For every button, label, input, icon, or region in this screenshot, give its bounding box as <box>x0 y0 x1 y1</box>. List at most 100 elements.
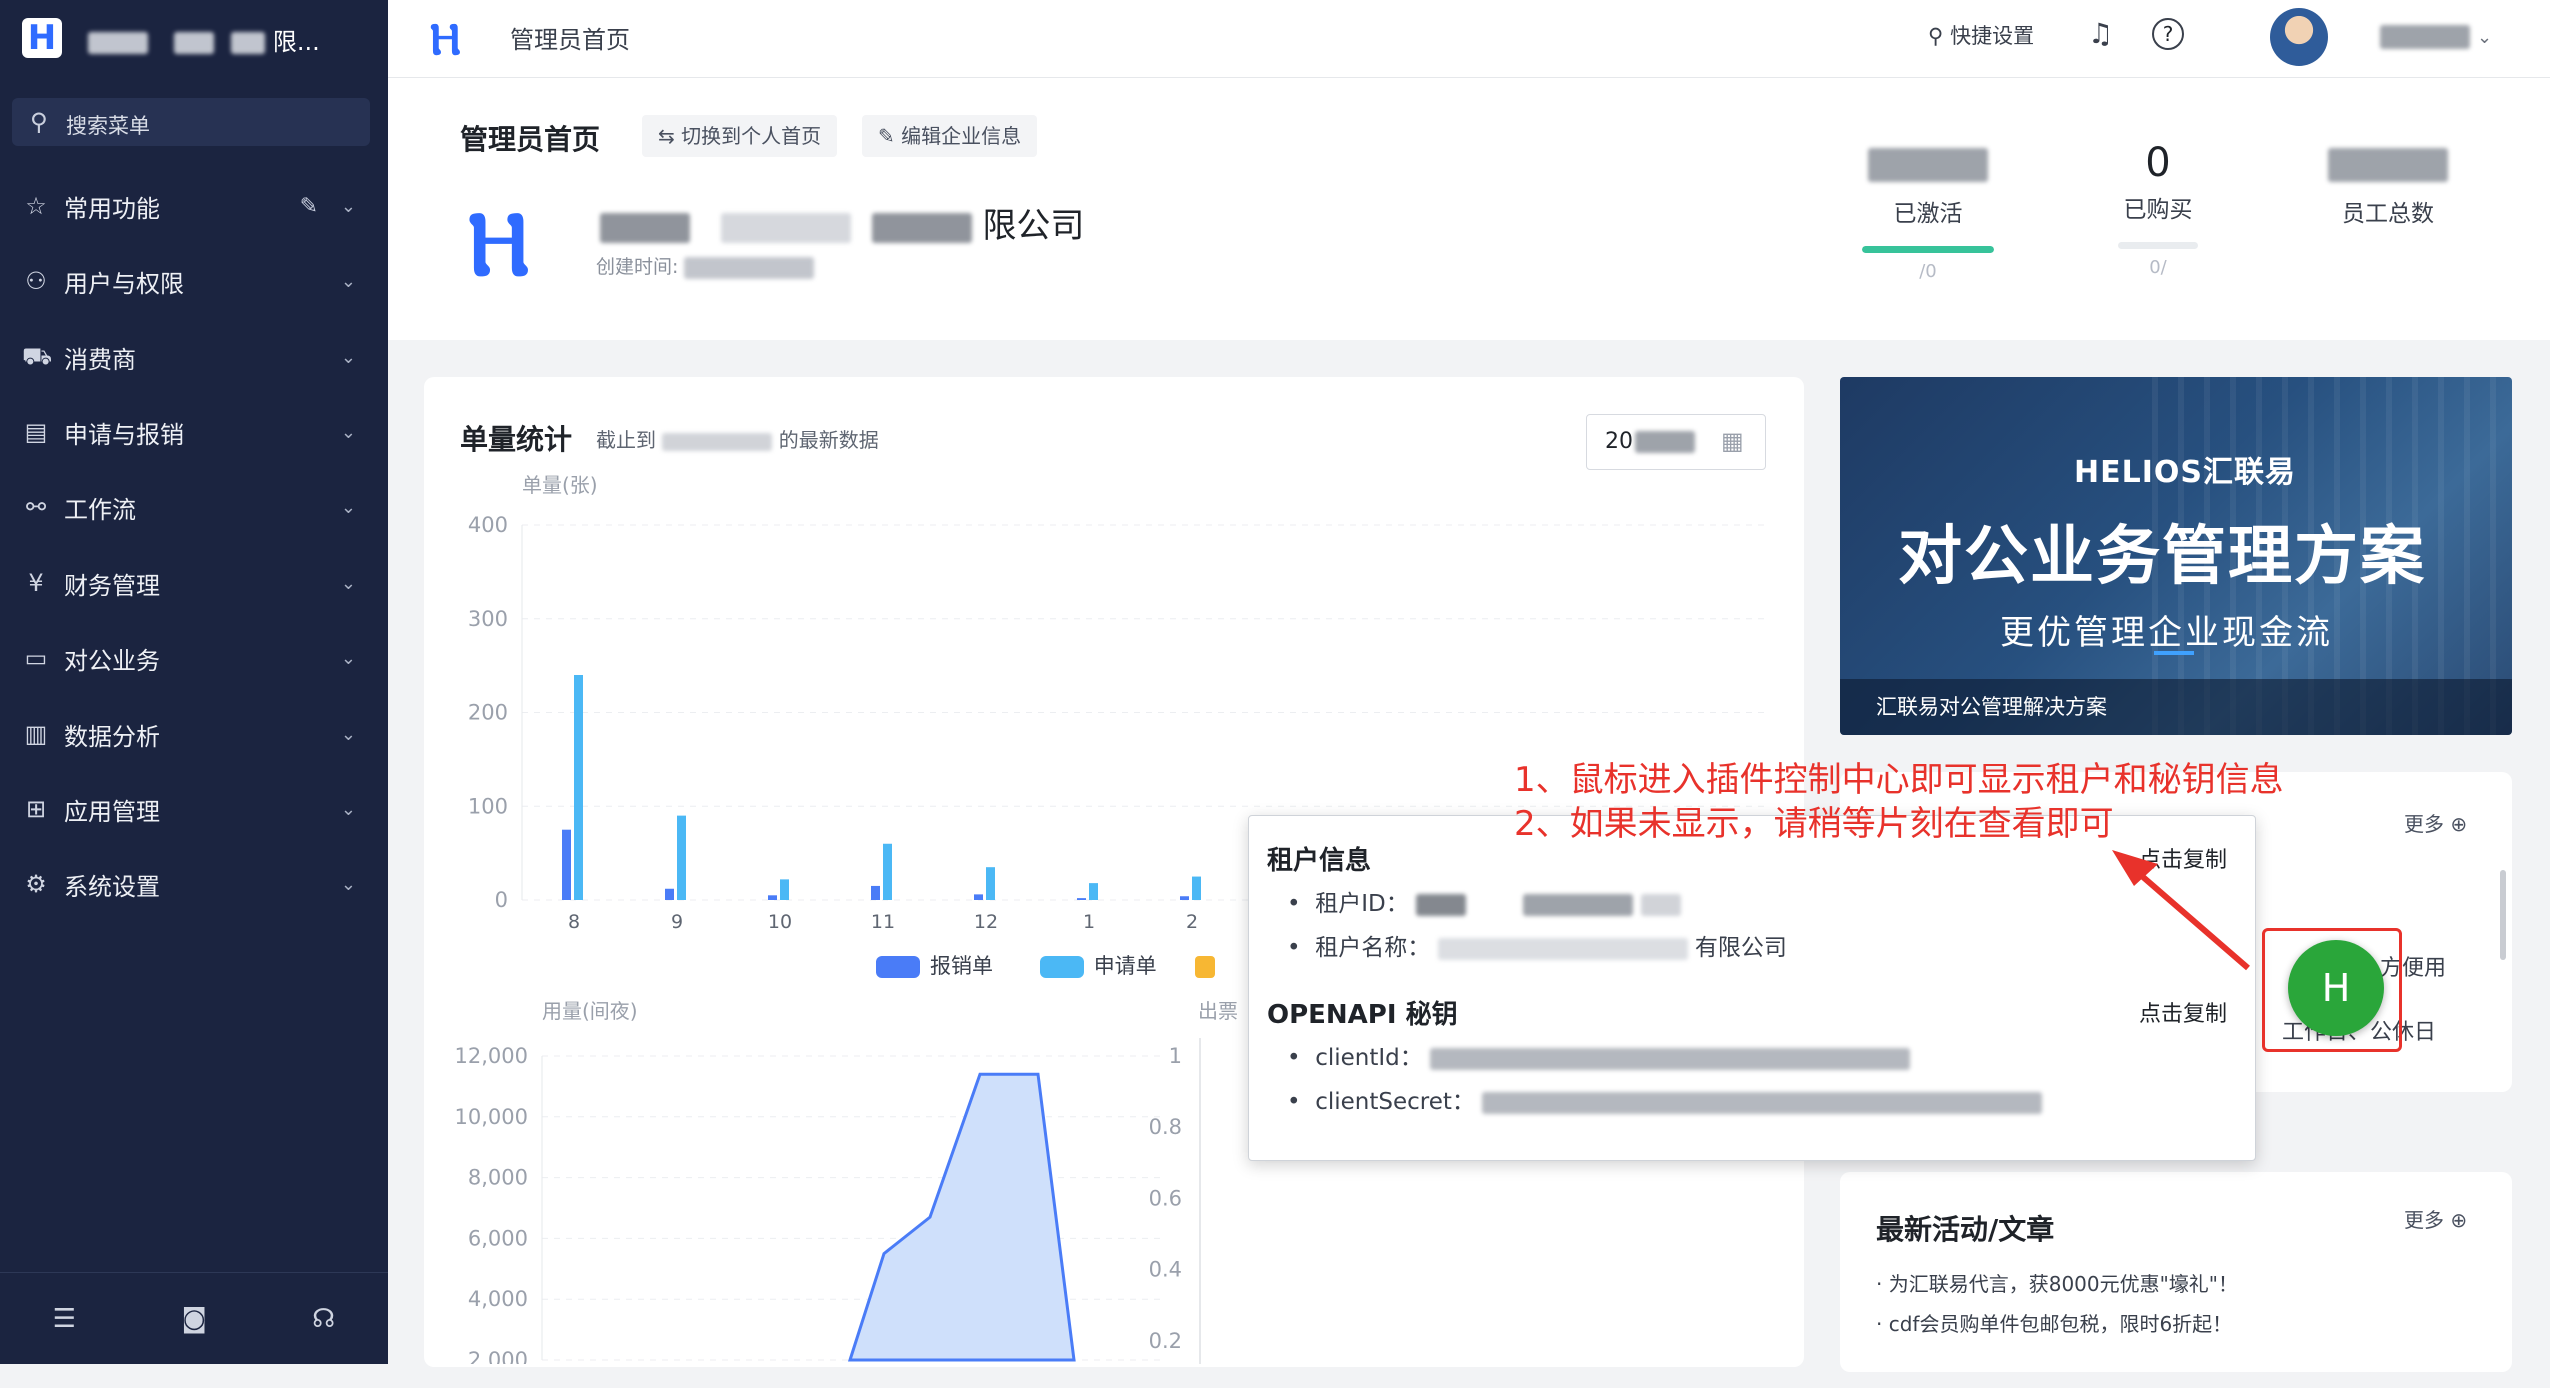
openapi-title: OPENAPI 秘钥 <box>1267 1000 1458 1030</box>
chevron-down-icon: ⌄ <box>340 346 356 368</box>
headset-icon[interactable]: ☊ <box>312 1304 335 1334</box>
menu-item-settings[interactable]: ⚙ 系统设置 ⌄ <box>0 854 388 914</box>
avatar[interactable] <box>2270 8 2328 66</box>
menu-label: 常用功能 <box>64 194 160 223</box>
wrench-icon: ⚲ <box>1928 24 1944 48</box>
switch-personal-button[interactable]: ⇆ 切换到个人首页 <box>642 115 838 157</box>
articles-more-link[interactable]: 更多 ⊕ <box>2404 1204 2467 1233</box>
menu-item-consumer[interactable]: ⛟ 消费商 ⌄ <box>0 327 388 387</box>
date-blur <box>1635 431 1695 453</box>
chevron-down-icon: ⌄ <box>340 572 356 594</box>
user-icon: ⚇ <box>25 267 47 295</box>
sidebar: H 限... ⚲ 搜索菜单 ☆ 常用功能 ✎ ⌄ ⚇ 用户与权限 ⌄ ⛟ 消费商… <box>0 0 388 1364</box>
menu-item-apps[interactable]: ⊞ 应用管理 ⌄ <box>0 779 388 839</box>
yen-icon: ¥ <box>28 569 44 597</box>
y-tick-label: 0.2 <box>1149 1329 1182 1353</box>
scrollbar[interactable] <box>2500 870 2506 960</box>
bar-expense <box>562 829 571 900</box>
arrow-right-icon: ⊕ <box>2450 1208 2468 1232</box>
client-id-row: • clientId： <box>1287 1038 1911 1072</box>
created-time: 创建时间: <box>596 252 815 279</box>
menu-label: 财务管理 <box>64 571 160 600</box>
cart-icon: ⛟ <box>22 341 53 370</box>
bar-application <box>883 843 892 900</box>
menu-label: 对公业务 <box>64 646 160 675</box>
bar-application <box>1192 876 1201 900</box>
x-tick-label: 12 <box>974 911 998 933</box>
stat-value: 0 <box>2145 140 2171 186</box>
stat-purchased: 0 已购买 0/ <box>2088 140 2228 278</box>
logo-icon: Ⲏ <box>430 14 461 65</box>
chevron-down-icon: ⌄ <box>340 873 356 895</box>
date-picker[interactable]: 20 ▦ <box>1586 414 1766 470</box>
y-tick-label: 200 <box>468 701 508 725</box>
notice-more-link[interactable]: 更多 ⊕ <box>2404 808 2467 837</box>
room-night-area-chart: 用量(间夜) 2,000 4,000 6,000 8,000 10,000 12,000 <box>455 999 1164 1364</box>
legend-item-expense[interactable]: 报销单 <box>876 954 993 978</box>
chevron-down-icon: ⌄ <box>340 421 356 443</box>
bar-application <box>677 815 686 900</box>
menu-label: 用户与权限 <box>64 269 184 298</box>
y-axis-title: 出票 <box>1198 999 1238 1023</box>
logo-icon: H <box>22 18 62 58</box>
x-tick-label: 1 <box>1083 911 1095 933</box>
company-short-name: 限... <box>88 22 320 57</box>
tenant-name-label: 租户名称： <box>1315 935 1431 961</box>
annotation-line-1: 1、鼠标进入插件控制中心即可显示租户和秘钥信息 <box>1514 760 2284 800</box>
menu-item-common[interactable]: ☆ 常用功能 ✎ ⌄ <box>0 176 388 236</box>
menu-item-corporate[interactable]: ▭ 对公业务 ⌄ <box>0 628 388 688</box>
y-axis-title: 单量(张) <box>522 473 598 497</box>
stats-subtitle: 截止到 的最新数据 <box>596 424 879 453</box>
x-tick-label: 2 <box>1186 911 1198 933</box>
chevron-down-icon: ⌄ <box>340 270 356 292</box>
company-short-label: 限... <box>272 28 320 56</box>
stat-progress <box>2118 242 2198 249</box>
article-item[interactable]: · 为汇联易代言，获8000元优惠"壕礼"！ <box>1876 1268 2238 1297</box>
bar-expense <box>768 895 777 900</box>
legend-item-application[interactable]: 申请单 <box>1039 954 1157 978</box>
menu-label: 应用管理 <box>64 797 160 826</box>
y-tick-label: 300 <box>468 607 508 631</box>
help-icon[interactable]: ? <box>2152 18 2184 50</box>
menu-item-analytics[interactable]: ▥ 数据分析 ⌄ <box>0 704 388 764</box>
camera-icon[interactable]: ◙ <box>181 1304 206 1334</box>
legend-swatch-partial <box>1195 956 1216 978</box>
menu-item-finance[interactable]: ¥ 财务管理 ⌄ <box>0 553 388 613</box>
bar-application <box>1089 883 1098 900</box>
user-name[interactable]: ⌄ <box>2380 24 2492 49</box>
bar-application <box>986 867 995 900</box>
tenant-info-title: 租户信息 <box>1267 846 1372 876</box>
quick-settings-label: 快捷设置 <box>1950 24 2035 48</box>
more-label: 更多 <box>2404 1208 2444 1232</box>
y-tick-label: 0.8 <box>1149 1115 1182 1139</box>
legend-swatch <box>1039 956 1084 978</box>
client-secret-row: • clientSecret： <box>1287 1082 2043 1116</box>
search-placeholder: 搜索菜单 <box>66 114 150 138</box>
stat-value <box>1858 140 1998 186</box>
bar-application <box>574 675 583 900</box>
menu-label: 申请与报销 <box>64 420 184 449</box>
y-tick-label: 4,000 <box>468 1287 528 1311</box>
created-label: 创建时间: <box>596 256 679 278</box>
plugin-control-center-button[interactable]: H <box>2288 940 2384 1036</box>
promo-banner[interactable]: HELIOS汇联易 对公业务管理方案 更优管理企业现金流 汇联易对公管理解决方案 <box>1840 377 2512 735</box>
document-icon: ▤ <box>24 418 48 446</box>
banner-caption: 汇联易对公管理解决方案 <box>1876 695 2107 719</box>
quick-settings-button[interactable]: ⚲ 快捷设置 <box>1928 20 2034 50</box>
article-item[interactable]: · cdf会员购单件包邮包税，限时6折起！ <box>1876 1308 2232 1337</box>
arrow-line <box>2126 861 2250 971</box>
copy-openapi-button[interactable]: 点击复制 <box>2139 996 2227 1028</box>
bar-expense <box>1077 898 1086 900</box>
menu-label: 工作流 <box>64 495 136 524</box>
menu-item-apply[interactable]: ▤ 申请与报销 ⌄ <box>0 402 388 462</box>
edit-enterprise-button[interactable]: ✎ 编辑企业信息 <box>862 115 1038 157</box>
y-tick-label: 1 <box>1169 1044 1182 1068</box>
edit-icon[interactable]: ✎ <box>300 194 318 219</box>
bell-icon[interactable]: ♫ <box>2088 17 2113 50</box>
tenant-id-row: • 租户ID： <box>1287 884 1681 918</box>
company-name-suffix: 限公司 <box>982 206 1085 246</box>
menu-item-workflow[interactable]: ⚯ 工作流 ⌄ <box>0 477 388 537</box>
menu-item-users[interactable]: ⚇ 用户与权限 ⌄ <box>0 251 388 311</box>
collapse-menu-icon[interactable]: ☰ <box>53 1304 76 1334</box>
annotation-arrow <box>2112 850 2250 971</box>
